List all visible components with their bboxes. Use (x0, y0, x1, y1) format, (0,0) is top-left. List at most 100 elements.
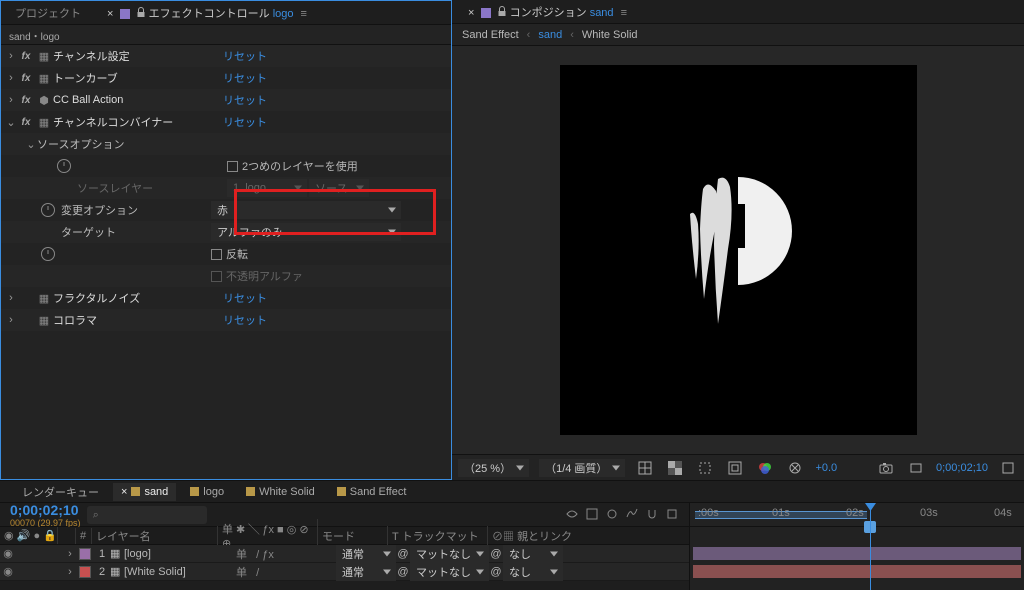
roi-icon[interactable] (725, 459, 745, 477)
effect-name[interactable]: CC Ball Action (53, 94, 223, 106)
tab-composition[interactable]: × コンポジション sand ≡ (460, 0, 633, 24)
target-dropdown[interactable]: アルファのみ (211, 223, 401, 241)
graph-editor-icon[interactable] (625, 507, 639, 521)
time-ruler[interactable]: :00s 01s 02s 03s 04s (690, 503, 1024, 527)
chevron-right-icon[interactable]: › (64, 548, 76, 560)
close-icon[interactable]: × (121, 486, 127, 498)
reset-button[interactable]: リセット (223, 312, 283, 328)
source-dropdown[interactable]: ソース (309, 179, 369, 197)
composition-panel: × コンポジション sand ≡ Sand Effect ‹ sand ‹ Wh… (452, 0, 1024, 480)
chevron-right-icon[interactable]: › (5, 50, 17, 62)
tab-comp-sand[interactable]: ×sand (113, 483, 176, 501)
quality-dropdown[interactable]: （1/4 画質） (539, 459, 625, 477)
change-option-label: 変更オプション (61, 202, 211, 218)
chevron-right-icon[interactable]: › (5, 94, 17, 106)
parent-dropdown[interactable]: なし (503, 563, 563, 581)
fx-toggle[interactable]: fx (17, 73, 35, 84)
effect-name[interactable]: トーンカーブ (53, 70, 223, 86)
mask-icon[interactable] (695, 459, 715, 477)
source-layer-dropdown[interactable]: 1. logo (227, 179, 307, 197)
mode-dropdown[interactable]: 通常 (336, 545, 396, 563)
tab-project[interactable]: プロジェクト (9, 1, 87, 25)
search-input[interactable] (87, 506, 207, 524)
panel-menu-icon[interactable]: ≡ (621, 7, 627, 19)
bc-item-active[interactable]: sand (538, 29, 562, 41)
exposure-value[interactable]: +0.0 (815, 462, 837, 474)
snapshot-icon[interactable] (876, 460, 896, 476)
tab-comp-logo[interactable]: logo (182, 483, 232, 501)
trkmat-dropdown[interactable]: マットなし (410, 563, 489, 581)
tab-comp-white[interactable]: White Solid (238, 483, 323, 501)
layer-name[interactable]: [White Solid] (124, 566, 236, 578)
col-mode: モード (318, 526, 388, 546)
fullscreen-icon[interactable] (998, 459, 1018, 477)
layer-color-swatch[interactable] (79, 566, 91, 578)
trkmat-dropdown[interactable]: マットなし (410, 545, 489, 563)
preview-time[interactable]: 0;00;02;10 (936, 462, 988, 474)
fx-toggle[interactable]: fx (17, 51, 35, 62)
effect-name[interactable]: チャンネル設定 (53, 48, 223, 64)
bc-item[interactable]: Sand Effect (462, 29, 519, 41)
playhead[interactable] (870, 503, 871, 590)
zoom-dropdown[interactable]: （25 %） (458, 459, 529, 477)
invert-checkbox[interactable]: 反転 (211, 246, 248, 262)
chevron-down-icon[interactable]: ⌄ (25, 138, 37, 151)
effect-name[interactable]: フラクタルノイズ (53, 290, 223, 306)
motion-blur-icon[interactable] (605, 507, 619, 521)
tab-effect-controls[interactable]: × エフェクトコントロール logo ≡ (99, 1, 313, 25)
viewer[interactable] (452, 46, 1024, 454)
timeline-panel: レンダーキュー ×sand logo White Solid Sand Effe… (0, 480, 1024, 590)
pickwhip-icon[interactable]: @ (396, 548, 410, 560)
current-time[interactable]: 0;00;02;10 (10, 502, 81, 518)
reset-button[interactable]: リセット (223, 48, 283, 64)
timeline-track-area[interactable]: :00s 01s 02s 03s 04s (689, 503, 1024, 590)
frame-blend-icon[interactable] (585, 507, 599, 521)
reset-button[interactable]: リセット (223, 70, 283, 86)
bc-item[interactable]: White Solid (582, 29, 638, 41)
pickwhip-icon[interactable]: @ (489, 566, 503, 578)
snap-icon[interactable] (645, 507, 659, 521)
channel-icon[interactable] (755, 459, 775, 477)
chevron-right-icon[interactable]: › (64, 566, 76, 578)
pickwhip-icon[interactable]: @ (489, 548, 503, 560)
layer-bar[interactable] (693, 565, 1021, 578)
transparency-grid-icon[interactable] (665, 459, 685, 477)
reset-button[interactable]: リセット (223, 114, 283, 130)
fx-toggle[interactable]: fx (17, 117, 35, 128)
reset-button[interactable]: リセット (223, 92, 283, 108)
stopwatch-icon[interactable] (41, 203, 55, 217)
effect-name[interactable]: チャンネルコンバイナー (53, 114, 223, 130)
adjustment-icon[interactable] (665, 507, 679, 521)
chevron-down-icon[interactable]: ⌄ (5, 116, 17, 129)
panel-menu-icon[interactable]: ≡ (301, 8, 307, 20)
pickwhip-icon[interactable]: @ (396, 566, 410, 578)
effect-name[interactable]: コロラマ (53, 312, 223, 328)
source-layer-label: ソースレイヤー (77, 180, 227, 196)
fx-toggle[interactable]: fx (17, 95, 35, 106)
parent-dropdown[interactable]: なし (503, 545, 563, 563)
chevron-right-icon[interactable]: › (5, 314, 17, 326)
layer-color-swatch[interactable] (79, 548, 91, 560)
grid-icon[interactable] (635, 459, 655, 477)
tab-comp-sandeffect[interactable]: Sand Effect (329, 483, 415, 501)
tab-render-queue[interactable]: レンダーキュー (14, 481, 107, 503)
visibility-toggle[interactable]: ◉ (0, 547, 16, 560)
comp-swatch-icon (337, 487, 346, 496)
visibility-toggle[interactable]: ◉ (0, 565, 16, 578)
mode-dropdown[interactable]: 通常 (336, 563, 396, 581)
show-snapshot-icon[interactable] (906, 460, 926, 476)
stopwatch-icon[interactable] (57, 159, 71, 173)
lock-icon (497, 6, 507, 16)
use-second-layer-checkbox[interactable]: 2つめのレイヤーを使用 (227, 158, 358, 174)
chevron-right-icon[interactable]: › (5, 72, 17, 84)
layer-bar[interactable] (693, 547, 1021, 560)
reset-button[interactable]: リセット (223, 290, 283, 306)
close-icon[interactable]: × (468, 7, 474, 19)
chevron-right-icon[interactable]: › (5, 292, 17, 304)
close-icon[interactable]: × (107, 8, 113, 20)
stopwatch-icon[interactable] (41, 247, 55, 261)
change-option-dropdown[interactable]: 赤 (211, 201, 401, 219)
layer-name[interactable]: [logo] (124, 548, 236, 560)
shy-icon[interactable] (565, 507, 579, 521)
reset-exposure-icon[interactable] (785, 459, 805, 477)
